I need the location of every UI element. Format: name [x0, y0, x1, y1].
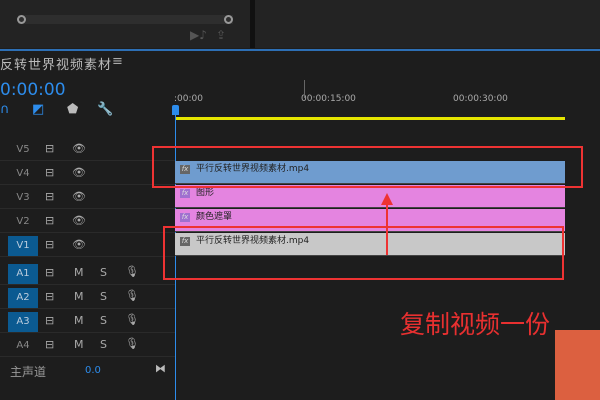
sync-lock-icon[interactable]: ⊟	[45, 338, 54, 351]
sync-lock-icon[interactable]: ⊟	[45, 190, 54, 203]
ruler-tick	[304, 80, 305, 98]
track-a4: A4 ⊟ M S 🎙	[0, 334, 175, 357]
microphone-icon[interactable]: 🎙	[125, 289, 139, 302]
solo-button[interactable]: S	[100, 338, 107, 351]
work-area-bar[interactable]	[175, 117, 565, 120]
timecode-display[interactable]: 0:00:00	[0, 80, 66, 100]
solo-button[interactable]: S	[100, 290, 107, 303]
settings-wrench-icon[interactable]: 🔧	[97, 102, 113, 117]
highlight-box-original	[163, 226, 564, 280]
program-monitor-panel: ▶♪ ⇪	[0, 0, 600, 48]
sequence-tab-title[interactable]: 反转世界视频素材	[0, 54, 112, 73]
ruler-label: 00:00:30:00	[453, 94, 508, 104]
master-volume-value[interactable]: 0.0	[85, 365, 101, 376]
track-a3: A3 ⊟ M S 🎙	[0, 310, 175, 333]
collapse-icon[interactable]: ⧓	[155, 362, 166, 375]
in-handle[interactable]	[17, 15, 26, 24]
track-name[interactable]: A1	[8, 264, 38, 284]
highlight-box-copy	[152, 146, 583, 188]
solo-button[interactable]: S	[100, 314, 107, 327]
out-handle[interactable]	[224, 15, 233, 24]
track-name[interactable]: V4	[8, 164, 38, 184]
insert-icon[interactable]: ▶♪	[190, 28, 207, 42]
add-marker-icon[interactable]: ⬟	[67, 102, 78, 117]
eye-icon[interactable]: 👁	[72, 190, 86, 203]
monitor-scrub-bar[interactable]	[18, 15, 233, 24]
eye-icon[interactable]: 👁	[72, 166, 86, 179]
panel-focus-line	[0, 49, 600, 51]
sync-lock-icon[interactable]: ⊟	[45, 266, 54, 279]
sync-lock-icon[interactable]: ⊟	[45, 314, 54, 327]
track-a2: A2 ⊟ M S 🎙	[0, 286, 175, 309]
ruler-label: 00:00:15:00	[301, 94, 356, 104]
track-a1: A1 ⊟ M S 🎙	[0, 262, 175, 285]
fx-icon: fx	[180, 213, 190, 222]
track-v5: V5 ⊟ 👁	[0, 138, 175, 161]
microphone-icon[interactable]: 🎙	[125, 265, 139, 278]
track-name[interactable]: V3	[8, 188, 38, 208]
panel-menu-icon[interactable]: ≡	[112, 54, 123, 69]
track-name[interactable]: V1	[8, 236, 38, 256]
track-v2: V2 ⊟ 👁	[0, 210, 175, 233]
panel-divider	[250, 0, 255, 48]
sync-lock-icon[interactable]: ⊟	[45, 142, 54, 155]
sync-lock-icon[interactable]: ⊟	[45, 290, 54, 303]
track-v4: V4 ⊟ 👁	[0, 162, 175, 185]
annotation-text: 复制视频一份	[400, 310, 551, 339]
microphone-icon[interactable]: 🎙	[125, 313, 139, 326]
sync-lock-icon[interactable]: ⊟	[45, 214, 54, 227]
track-name[interactable]: V5	[8, 140, 38, 160]
mute-button[interactable]: M	[74, 314, 84, 327]
track-v3: V3 ⊟ 👁	[0, 186, 175, 209]
master-track-label: 主声道	[10, 365, 47, 379]
clip-name: 图形	[196, 188, 215, 198]
fx-icon: fx	[180, 189, 190, 198]
track-name[interactable]: V2	[8, 212, 38, 232]
linked-selection-icon[interactable]: ◩	[32, 102, 44, 117]
track-name[interactable]: A3	[8, 312, 38, 332]
mute-button[interactable]: M	[74, 290, 84, 303]
track-name[interactable]: A4	[8, 336, 38, 356]
clip-name: 颜色遮罩	[196, 212, 233, 222]
microphone-icon[interactable]: 🎙	[125, 337, 139, 350]
ruler-label: :00:00	[174, 94, 203, 104]
decorative-block	[555, 330, 600, 400]
eye-icon[interactable]: 👁	[72, 142, 86, 155]
sync-lock-icon[interactable]: ⊟	[45, 166, 54, 179]
sync-lock-icon[interactable]: ⊟	[45, 238, 54, 251]
track-v1: V1 ⊟ 👁	[0, 234, 175, 257]
mute-button[interactable]: M	[74, 266, 84, 279]
eye-icon[interactable]: 👁	[72, 238, 86, 251]
eye-icon[interactable]: 👁	[72, 214, 86, 227]
copy-arrow-icon	[381, 193, 393, 255]
playhead-handle[interactable]	[172, 105, 179, 115]
export-frame-icon[interactable]: ⇪	[216, 28, 226, 42]
track-name[interactable]: A2	[8, 288, 38, 308]
snap-icon[interactable]: ∩	[0, 102, 10, 117]
mute-button[interactable]: M	[74, 338, 84, 351]
clip-v3-graphic[interactable]: fx 图形	[175, 185, 565, 208]
solo-button[interactable]: S	[100, 266, 107, 279]
